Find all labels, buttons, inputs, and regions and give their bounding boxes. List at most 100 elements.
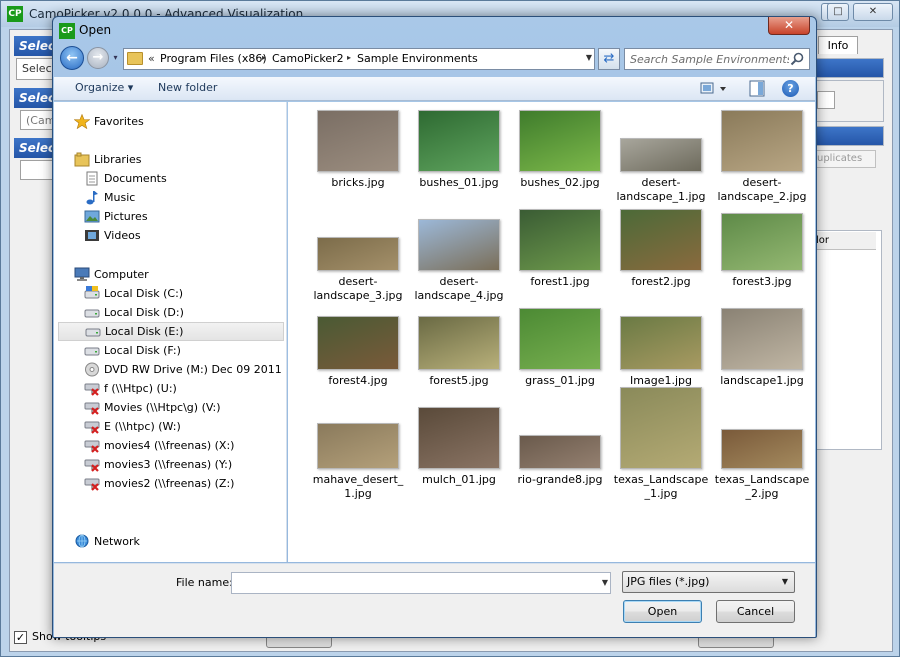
file-item[interactable]: desert-landscape_3.jpg <box>310 209 406 307</box>
file-thumbnail <box>721 308 803 370</box>
drive-label: Local Disk (D:) <box>104 306 184 319</box>
preview-pane-icon[interactable] <box>749 80 765 97</box>
file-name: texas_Landscape_1.jpg <box>613 473 709 500</box>
file-thumbnail <box>519 435 601 469</box>
file-item[interactable]: bushes_02.jpg <box>512 110 608 208</box>
duplicates-select[interactable]: uplicates <box>810 150 876 168</box>
file-item[interactable]: texas_Landscape_1.jpg <box>613 387 709 505</box>
address-dropdown-icon[interactable]: ▼ <box>586 53 592 62</box>
file-item[interactable]: bushes_01.jpg <box>411 110 507 208</box>
file-name: desert-landscape_3.jpg <box>313 275 403 302</box>
breadcrumb-sample-environments[interactable]: Sample Environments <box>357 52 478 65</box>
file-item[interactable]: mulch_01.jpg <box>411 407 507 505</box>
nav-favorites-label: Favorites <box>94 115 144 128</box>
file-thumbnail <box>418 316 500 370</box>
drive-label: Local Disk (F:) <box>104 344 181 357</box>
new-folder-button[interactable]: New folder <box>158 81 217 94</box>
file-item[interactable]: forest4.jpg <box>310 308 406 406</box>
network-icon <box>75 534 89 548</box>
maximize-button[interactable]: □ <box>827 3 849 21</box>
file-name: forest3.jpg <box>732 275 792 288</box>
breadcrumb-camopicker2[interactable]: CamoPicker2 <box>272 52 344 65</box>
show-tooltips-checkbox[interactable]: ✓ <box>14 631 27 644</box>
documents-icon <box>86 171 98 186</box>
file-item[interactable]: forest1.jpg <box>512 209 608 307</box>
drive-label: E (\\htpc) (W:) <box>104 420 181 433</box>
chevron-down-icon: ▼ <box>781 577 788 586</box>
command-toolbar: Organize ▾ New folder ? <box>54 77 815 101</box>
file-thumbnail <box>317 237 399 271</box>
open-button[interactable]: Open <box>623 600 702 623</box>
drive-item[interactable]: Local Disk (E:) <box>58 322 284 341</box>
nav-videos-label: Videos <box>104 229 141 242</box>
videos-icon <box>85 230 99 241</box>
file-type-value: JPG files (*.jpg) <box>627 575 710 588</box>
address-overflow-chevron[interactable]: « <box>148 52 155 65</box>
nav-network-label: Network <box>94 535 140 548</box>
file-item[interactable]: forest5.jpg <box>411 308 507 406</box>
select-field[interactable] <box>20 160 56 180</box>
file-item[interactable]: mahave_desert_1.jpg <box>310 407 406 505</box>
help-icon[interactable]: ? <box>782 80 799 97</box>
file-item[interactable]: texas_Landscape_2.jpg <box>714 407 810 505</box>
file-name: mulch_01.jpg <box>422 473 496 486</box>
file-thumbnail <box>317 316 399 370</box>
file-thumbnail <box>519 110 601 172</box>
file-name: bushes_02.jpg <box>520 176 600 189</box>
dialog-close-button[interactable]: ✕ <box>768 17 810 35</box>
address-bar[interactable]: « Program Files (x86) ▸ CamoPicker2 ▸ Sa… <box>123 48 595 70</box>
search-input[interactable] <box>625 49 789 69</box>
color-column-header[interactable]: lor <box>810 232 876 250</box>
breadcrumb-separator-icon[interactable]: ▸ <box>262 53 266 62</box>
file-thumbnail <box>721 110 803 172</box>
search-box <box>624 48 810 70</box>
camo-combo[interactable]: (Camo <box>20 110 56 130</box>
file-item[interactable]: forest3.jpg <box>714 209 810 307</box>
file-type-select[interactable]: JPG files (*.jpg) ▼ <box>622 571 795 593</box>
file-thumbnail <box>418 407 500 469</box>
network-drive-disconnected-icon <box>84 440 100 453</box>
right-panel-header <box>808 58 884 78</box>
organize-menu-button[interactable]: Organize ▾ <box>75 81 133 94</box>
file-name-input[interactable] <box>231 572 611 594</box>
file-thumbnail <box>519 308 601 370</box>
recent-pages-dropdown[interactable]: ▾ <box>111 53 120 63</box>
forward-button[interactable]: → <box>87 47 109 69</box>
file-item[interactable]: desert-landscape_1.jpg <box>613 110 709 208</box>
file-name: bricks.jpg <box>331 176 385 189</box>
file-name-dropdown-icon[interactable]: ▼ <box>599 572 611 594</box>
right-panel-header-2 <box>808 126 884 146</box>
hard-drive-icon <box>85 328 101 337</box>
file-item[interactable]: desert-landscape_2.jpg <box>714 110 810 208</box>
breadcrumb-separator-icon[interactable]: ▸ <box>347 53 351 62</box>
cancel-button[interactable]: Cancel <box>716 600 795 623</box>
right-panel-dropdown[interactable] <box>817 91 835 109</box>
file-name: desert-landscape_1.jpg <box>616 176 706 203</box>
change-view-icon[interactable] <box>700 81 730 97</box>
file-item[interactable]: bricks.jpg <box>310 110 406 208</box>
breadcrumb-program-files[interactable]: Program Files (x86) <box>160 52 267 65</box>
refresh-button[interactable]: ⇄ <box>598 48 620 70</box>
file-item[interactable]: forest2.jpg <box>613 209 709 307</box>
close-button[interactable]: ✕ <box>853 3 893 21</box>
select-button[interactable]: Selecte <box>16 58 56 80</box>
file-thumbnail <box>721 213 803 271</box>
search-icon[interactable] <box>789 51 805 67</box>
file-name: mahave_desert_1.jpg <box>312 473 404 500</box>
file-item[interactable]: grass_01.jpg <box>512 308 608 406</box>
file-item[interactable]: desert-landscape_4.jpg <box>411 209 507 307</box>
file-item[interactable]: landscape1.jpg <box>714 308 810 406</box>
file-item[interactable]: rio-grande8.jpg <box>512 407 608 505</box>
folder-icon <box>127 52 143 65</box>
navigation-pane: Favorites Libraries Documents Music Pict… <box>54 102 287 562</box>
file-name: desert-landscape_4.jpg <box>414 275 504 302</box>
file-thumbnail <box>519 209 601 271</box>
network-drive-disconnected-icon <box>84 478 100 491</box>
back-button[interactable]: ← <box>60 46 84 70</box>
tab-info[interactable]: Info <box>818 36 858 54</box>
file-name: rio-grande8.jpg <box>517 473 603 486</box>
drive-label: movies4 (\\freenas) (X:) <box>104 439 235 452</box>
nav-pictures-label: Pictures <box>104 210 148 223</box>
star-icon <box>74 114 90 129</box>
network-drive-disconnected-icon <box>84 459 100 472</box>
